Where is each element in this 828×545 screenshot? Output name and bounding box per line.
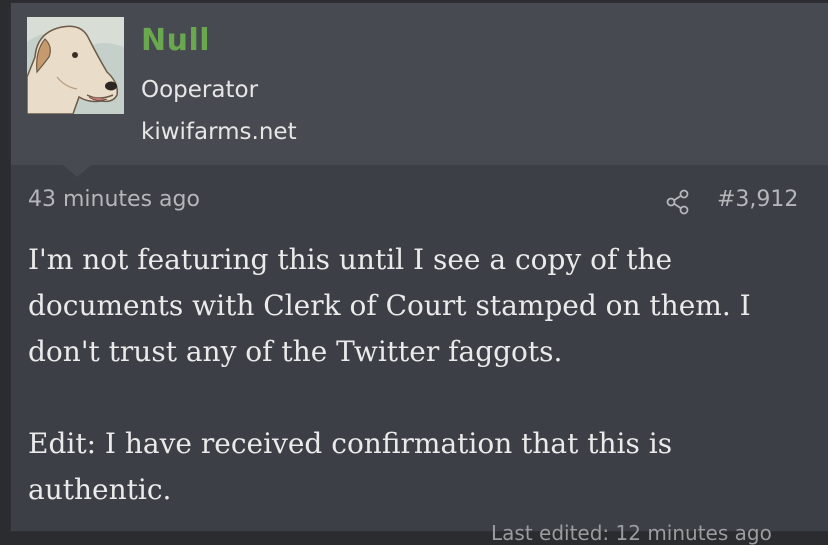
dog-avatar-icon	[27, 17, 124, 114]
post-time[interactable]: 43 minutes ago	[28, 187, 200, 212]
last-edited-note: Last edited: 12 minutes ago	[491, 521, 772, 545]
post-paragraph: Edit: I have received confirmation that …	[28, 427, 673, 506]
user-block: Null Ooperator kiwifarms.net	[11, 3, 828, 165]
user-avatar[interactable]	[27, 17, 124, 114]
post-body: I'm not featuring this until I see a cop…	[28, 237, 818, 513]
user-title: Ooperator	[141, 77, 259, 103]
post-paragraph: I'm not featuring this until I see a cop…	[28, 243, 751, 368]
user-banner: kiwifarms.net	[141, 119, 297, 145]
share-icon[interactable]	[665, 189, 691, 215]
userblock-arrow	[63, 165, 91, 177]
forum-post: Null Ooperator kiwifarms.net 43 minutes …	[11, 3, 828, 545]
username[interactable]: Null	[141, 23, 210, 58]
post-number-link[interactable]: #3,912	[717, 187, 798, 212]
